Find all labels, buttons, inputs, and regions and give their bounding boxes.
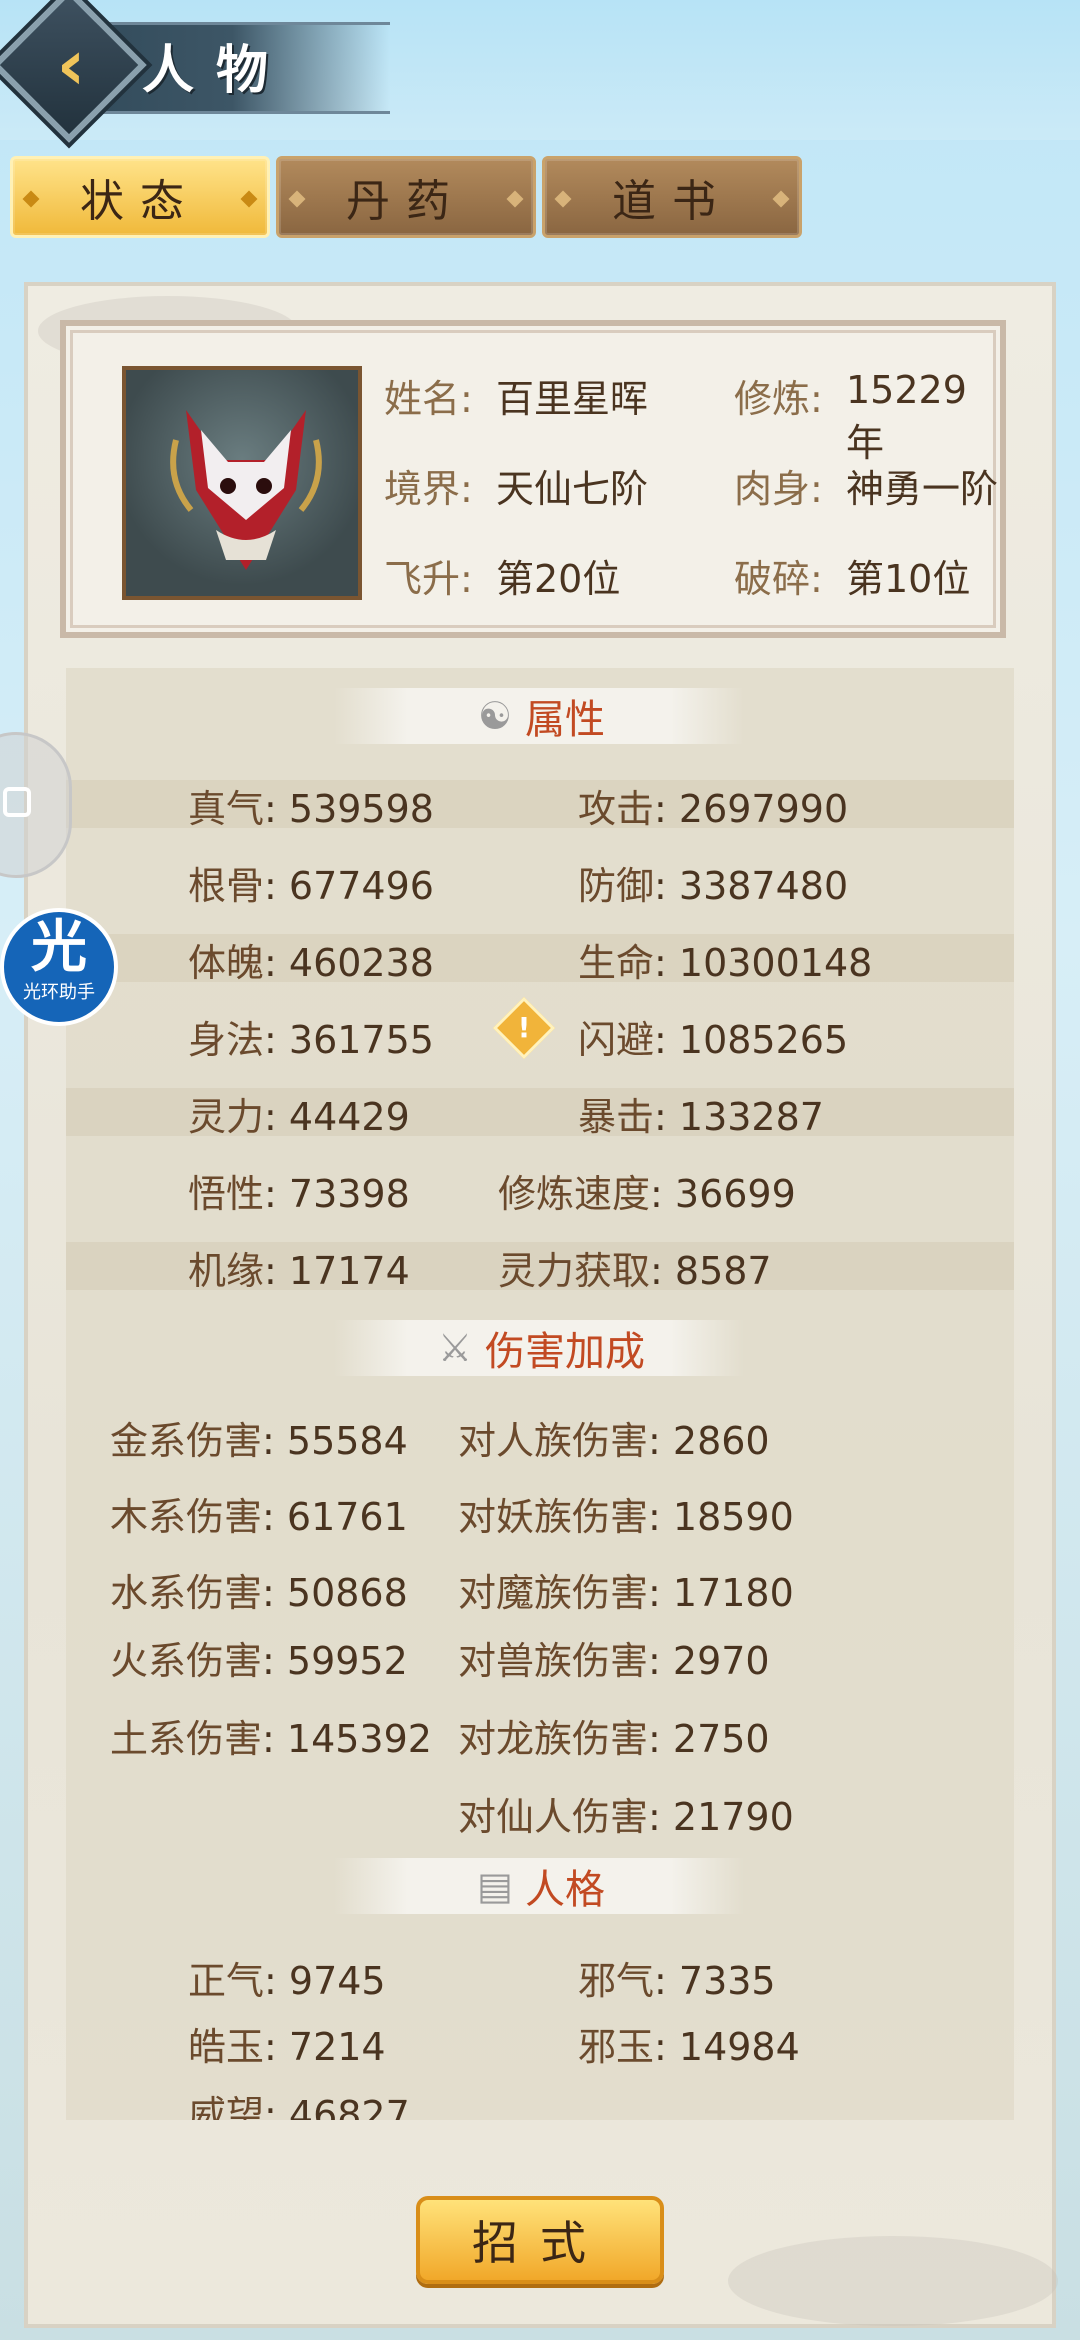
tab-books[interactable]: 道书 (542, 156, 802, 238)
tab-label: 状态 (80, 176, 200, 227)
stat-dodge: 闪避: 1085265 (578, 1018, 849, 1062)
tab-label: 丹药 (346, 176, 466, 227)
stat-spirit: 灵力: 44429 (188, 1095, 410, 1139)
cloud-decoration (728, 2236, 1058, 2326)
realm-value: 天仙七阶 (496, 467, 649, 511)
stat-evil-jade: 邪玉: 14984 (578, 2025, 800, 2069)
yin-yang-icon: ☯ (477, 694, 513, 738)
realm-label: 境界: (384, 467, 473, 511)
body-label: 肉身: (734, 467, 823, 511)
stat-comprehension: 悟性: 73398 (188, 1172, 410, 1216)
diamond-ornament-icon (288, 190, 306, 208)
crossed-swords-icon: ⚔ (437, 1326, 473, 1370)
stat-bone: 根骨: 677496 (188, 864, 434, 908)
shatter-value: 第10位 (846, 557, 971, 601)
diamond-ornament-icon (554, 190, 572, 208)
stat-physique: 体魄: 460238 (188, 941, 434, 985)
diamond-ornament-icon (22, 190, 40, 208)
personality-title-text: 人格 (525, 1867, 605, 1913)
name-value: 百里星晖 (496, 377, 649, 421)
stat-spirit-gain: 灵力获取: 8587 (498, 1249, 772, 1293)
diamond-ornament-icon (506, 190, 524, 208)
ascend-label: 飞升: (384, 557, 473, 601)
tab-medicine[interactable]: 丹药 (276, 156, 536, 238)
tab-label: 道书 (612, 176, 732, 227)
stat-vs-devil-damage: 对魔族伤害: 17180 (458, 1571, 794, 1615)
stat-prestige: 威望: 46827 (188, 2093, 410, 2120)
back-arrow-icon: ‹ (56, 24, 86, 106)
character-avatar[interactable] (122, 366, 362, 600)
stat-true-qi: 真气: 539598 (188, 787, 434, 831)
stat-vs-immortal-damage: 对仙人伤害: 21790 (458, 1795, 794, 1839)
stat-cultivation-speed: 修炼速度: 36699 (498, 1172, 796, 1216)
shatter-label: 破碎: (734, 557, 823, 601)
stat-righteous: 正气: 9745 (188, 1959, 386, 2003)
stat-vs-human-damage: 对人族伤害: 2860 (458, 1419, 770, 1463)
stat-defense: 防御: 3387480 (578, 864, 849, 908)
helper-badge[interactable]: 光 光环助手 (0, 908, 118, 1026)
attributes-section-title: ☯ 属性 (334, 688, 744, 744)
tab-status[interactable]: 状态 (10, 156, 270, 238)
scroll-icon: ▤ (477, 1864, 513, 1908)
helper-label: 光环助手 (23, 982, 95, 1003)
attributes-title-text: 属性 (525, 697, 605, 743)
stat-metal-damage: 金系伤害: 55584 (110, 1419, 408, 1463)
fox-mask-icon (170, 410, 322, 570)
profile-card: 姓名: 百里星晖 修炼: 15229年 境界: 天仙七阶 肉身: 神勇一阶 飞升… (60, 320, 1006, 638)
stat-wood-damage: 木系伤害: 61761 (110, 1495, 408, 1539)
stat-vs-beast-damage: 对兽族伤害: 2970 (458, 1639, 770, 1683)
stat-life: 生命: 10300148 (578, 941, 873, 985)
personality-section-title: ▤ 人格 (334, 1858, 744, 1914)
lock-icon (3, 787, 31, 817)
name-label: 姓名: (384, 377, 473, 421)
stat-attack: 攻击: 2697990 (578, 787, 849, 831)
body-value: 神勇一阶 (846, 467, 999, 511)
stat-vs-dragon-damage: 对龙族伤害: 2750 (458, 1717, 770, 1761)
stat-fire-damage: 火系伤害: 59952 (110, 1639, 408, 1683)
stat-agility: 身法: 361755 (188, 1018, 434, 1062)
damage-title-text: 伤害加成 (485, 1329, 645, 1375)
helper-logo-icon: 光 (31, 915, 87, 980)
damage-section-title: ⚔ 伤害加成 (334, 1320, 744, 1376)
diamond-ornament-icon (772, 190, 790, 208)
stat-evil: 邪气: 7335 (578, 1959, 776, 2003)
stat-bright-jade: 皓玉: 7214 (188, 2025, 386, 2069)
stats-content[interactable]: ☯ 属性 真气: 539598 攻击: 2697990 根骨: 677496 防… (66, 668, 1014, 2120)
diamond-ornament-icon (240, 190, 258, 208)
tab-bar: 状态 丹药 道书 (10, 156, 802, 240)
stat-earth-damage: 土系伤害: 145392 (110, 1717, 432, 1761)
ascend-value: 第20位 (496, 557, 621, 601)
page-title: 人物 (142, 41, 291, 101)
cultivation-label: 修炼: (734, 377, 823, 421)
stat-water-damage: 水系伤害: 50868 (110, 1571, 408, 1615)
stat-fortune: 机缘: 17174 (188, 1249, 410, 1293)
stat-vs-demon-damage: 对妖族伤害: 18590 (458, 1495, 794, 1539)
cultivation-value: 15229年 (846, 368, 967, 465)
stat-crit: 暴击: 133287 (578, 1095, 824, 1139)
skills-button[interactable]: 招式 (416, 2196, 664, 2284)
